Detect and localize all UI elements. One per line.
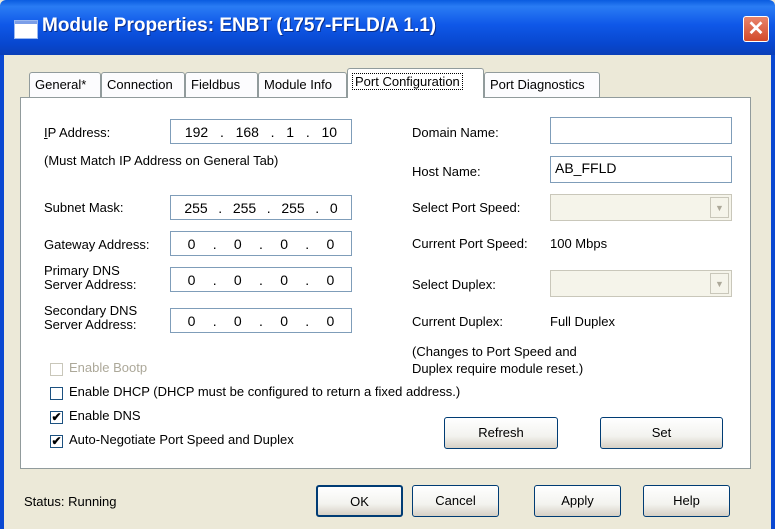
enable-dhcp-label: Enable DHCP (DHCP must be configured to … [69, 384, 461, 399]
current-duplex-label: Current Duplex: [412, 314, 504, 329]
gateway-address-label: Gateway Address: [44, 237, 150, 252]
gateway-octet-3: 0 [280, 235, 288, 252]
subnet-octet-3: 255 [281, 199, 305, 216]
tab-port-configuration-label: Port Configuration [352, 73, 463, 90]
status-text: Status: Running [24, 494, 117, 509]
window-frame-right [771, 55, 775, 529]
chevron-down-icon: ▼ [710, 197, 729, 218]
gateway-octet-4: 0 [326, 235, 335, 252]
subnet-octet-2: 255 [232, 199, 257, 216]
enable-dhcp-checkbox[interactable] [50, 387, 63, 400]
checkmark-icon: ✔ [51, 434, 62, 448]
port-speed-select[interactable]: ▼ [550, 194, 732, 221]
chevron-down-icon: ▼ [710, 273, 729, 294]
primary-dns-label: Primary DNS Server Address: [44, 263, 137, 292]
domain-name-label: Domain Name: [412, 125, 499, 140]
window-icon [14, 20, 38, 39]
subnet-mask-label: Subnet Mask: [44, 200, 124, 215]
ip-octet-2: 168 [235, 123, 259, 140]
subnet-mask-field[interactable]: 255. 255. 255. 0 [170, 195, 352, 220]
window-title: Module Properties: ENBT (1757-FFLD/A 1.1… [42, 15, 437, 36]
tab-port-diagnostics[interactable]: Port Diagnostics [484, 72, 600, 97]
speed-duplex-note: (Changes to Port Speed and Duplex require… [412, 344, 584, 376]
tab-general[interactable]: General* [29, 72, 101, 97]
primary-dns-octet-3: 0 [280, 271, 288, 288]
secondary-dns-label: Secondary DNS Server Address: [44, 303, 138, 332]
enable-dns-label: Enable DNS [69, 408, 141, 423]
primary-dns-octet-1: 0 [187, 271, 196, 288]
current-port-speed-value: 100 Mbps [550, 236, 608, 251]
ip-octet-4: 10 [321, 123, 338, 140]
tab-port-configuration[interactable]: Port Configuration [347, 68, 484, 98]
auto-negotiate-label: Auto-Negotiate Port Speed and Duplex [69, 432, 294, 447]
primary-dns-octet-4: 0 [326, 271, 335, 288]
status-value: Running [68, 494, 117, 509]
refresh-button[interactable]: Refresh [444, 417, 558, 449]
subnet-octet-4: 0 [329, 199, 338, 216]
ip-octet-3: 1 [286, 123, 295, 140]
secondary-dns-octet-1: 0 [187, 312, 196, 329]
secondary-dns-octet-3: 0 [280, 312, 288, 329]
primary-dns-field[interactable]: 0. 0. 0. 0 [170, 267, 352, 292]
gateway-octet-1: 0 [187, 235, 196, 252]
primary-dns-octet-2: 0 [233, 271, 242, 288]
secondary-dns-octet-4: 0 [326, 312, 335, 329]
subnet-octet-1: 255 [184, 199, 208, 216]
domain-name-input[interactable] [550, 117, 732, 144]
enable-dns-checkbox[interactable]: ✔ [50, 411, 63, 424]
checkmark-icon: ✔ [51, 410, 62, 424]
host-name-label: Host Name: [412, 164, 481, 179]
auto-negotiate-checkbox[interactable]: ✔ [50, 435, 63, 448]
tab-fieldbus[interactable]: Fieldbus [185, 72, 258, 97]
close-button[interactable]: ✕ [743, 16, 769, 42]
current-duplex-value: Full Duplex [550, 314, 616, 329]
secondary-dns-field[interactable]: 0. 0. 0. 0 [170, 308, 352, 333]
set-button[interactable]: Set [600, 417, 723, 449]
ip-address-note: (Must Match IP Address on General Tab) [44, 153, 279, 168]
duplex-select[interactable]: ▼ [550, 270, 732, 297]
host-name-input[interactable]: AB_FFLD [550, 156, 732, 183]
tab-module-info[interactable]: Module Info [258, 72, 347, 97]
ip-address-label: IP Address: [44, 125, 111, 140]
help-button[interactable]: Help [643, 485, 730, 517]
secondary-dns-octet-2: 0 [233, 312, 242, 329]
window-frame-left [0, 55, 4, 529]
ok-button[interactable]: OK [316, 485, 403, 517]
cancel-button[interactable]: Cancel [412, 485, 499, 517]
ip-address-field[interactable]: 192. 168. 1. 10 [170, 119, 352, 144]
select-duplex-label: Select Duplex: [412, 277, 496, 292]
enable-bootp-label: Enable Bootp [69, 360, 148, 375]
enable-bootp-checkbox[interactable] [50, 363, 63, 376]
gateway-address-field[interactable]: 0. 0. 0. 0 [170, 231, 352, 256]
ip-octet-1: 192 [184, 123, 209, 140]
apply-button[interactable]: Apply [534, 485, 621, 517]
gateway-octet-2: 0 [233, 235, 242, 252]
select-port-speed-label: Select Port Speed: [412, 200, 521, 215]
current-port-speed-label: Current Port Speed: [412, 236, 528, 251]
tab-connection[interactable]: Connection [101, 72, 185, 97]
